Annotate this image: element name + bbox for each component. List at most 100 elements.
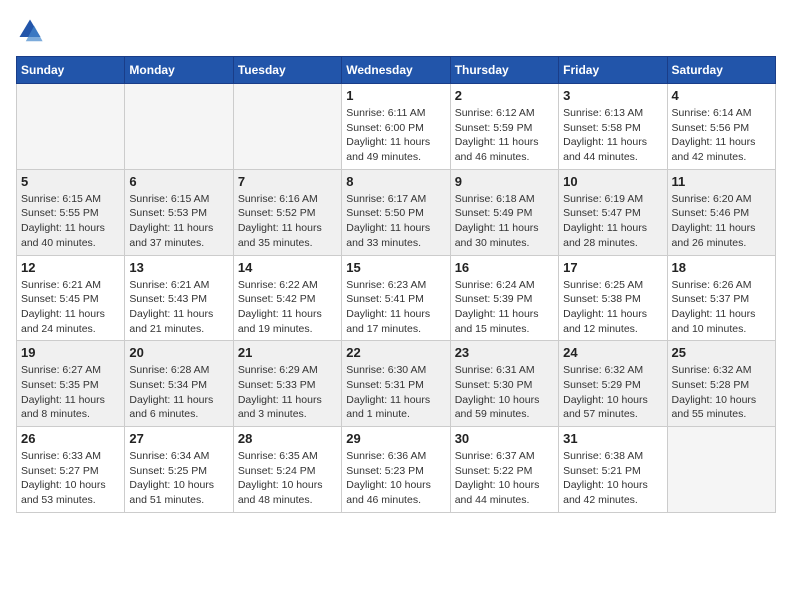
calendar-header-row: SundayMondayTuesdayWednesdayThursdayFrid… [17,57,776,84]
calendar-day-cell: 12 Sunrise: 6:21 AM Sunset: 5:45 PM Dayli… [17,255,125,341]
day-info: Sunrise: 6:25 AM Sunset: 5:38 PM Dayligh… [563,278,662,337]
calendar-day-cell: 19Sunrise: 6:27 AM Sunset: 5:35 PM Dayli… [17,341,125,427]
day-info: Sunrise: 6:18 AM Sunset: 5:49 PM Dayligh… [455,192,554,251]
calendar-day-cell: 27 Sunrise: 6:34 AM Sunset: 5:25 PM Dayli… [125,427,233,513]
calendar-day-cell: 16 Sunrise: 6:24 AM Sunset: 5:39 PM Dayli… [450,255,558,341]
day-of-week-header: Friday [559,57,667,84]
day-info: Sunrise: 6:35 AM Sunset: 5:24 PM Dayligh… [238,449,337,508]
calendar-day-cell: 5Sunrise: 6:15 AM Sunset: 5:55 PM Daylig… [17,169,125,255]
calendar-day-cell [233,84,341,170]
day-number: 15 [346,260,445,275]
calendar-day-cell: 30Sunrise: 6:37 AM Sunset: 5:22 PM Dayli… [450,427,558,513]
day-number: 9 [455,174,554,189]
calendar-week-row: 1 Sunrise: 6:11 AM Sunset: 6:00 PM Daylig… [17,84,776,170]
calendar-week-row: 26Sunrise: 6:33 AM Sunset: 5:27 PM Dayli… [17,427,776,513]
calendar-day-cell: 13 Sunrise: 6:21 AM Sunset: 5:43 PM Dayli… [125,255,233,341]
calendar-week-row: 19Sunrise: 6:27 AM Sunset: 5:35 PM Dayli… [17,341,776,427]
day-number: 4 [672,88,771,103]
day-number: 20 [129,345,228,360]
calendar-day-cell: 25Sunrise: 6:32 AM Sunset: 5:28 PM Dayli… [667,341,775,427]
day-number: 18 [672,260,771,275]
day-number: 12 [21,260,120,275]
logo [16,16,48,44]
day-info: Sunrise: 6:12 AM Sunset: 5:59 PM Dayligh… [455,106,554,165]
calendar-day-cell: 2 Sunrise: 6:12 AM Sunset: 5:59 PM Daylig… [450,84,558,170]
logo-icon [16,16,44,44]
calendar-day-cell: 15 Sunrise: 6:23 AM Sunset: 5:41 PM Dayli… [342,255,450,341]
calendar: SundayMondayTuesdayWednesdayThursdayFrid… [16,56,776,513]
day-info: Sunrise: 6:28 AM Sunset: 5:34 PM Dayligh… [129,363,228,422]
day-info: Sunrise: 6:36 AM Sunset: 5:23 PM Dayligh… [346,449,445,508]
calendar-day-cell: 21Sunrise: 6:29 AM Sunset: 5:33 PM Dayli… [233,341,341,427]
day-info: Sunrise: 6:17 AM Sunset: 5:50 PM Dayligh… [346,192,445,251]
day-info: Sunrise: 6:32 AM Sunset: 5:28 PM Dayligh… [672,363,771,422]
day-info: Sunrise: 6:23 AM Sunset: 5:41 PM Dayligh… [346,278,445,337]
day-number: 3 [563,88,662,103]
calendar-day-cell: 31Sunrise: 6:38 AM Sunset: 5:21 PM Dayli… [559,427,667,513]
day-number: 28 [238,431,337,446]
day-number: 14 [238,260,337,275]
day-number: 7 [238,174,337,189]
calendar-day-cell: 22 Sunrise: 6:30 AM Sunset: 5:31 PM Dayli… [342,341,450,427]
calendar-day-cell: 28 Sunrise: 6:35 AM Sunset: 5:24 PM Dayli… [233,427,341,513]
day-info: Sunrise: 6:31 AM Sunset: 5:30 PM Dayligh… [455,363,554,422]
day-info: Sunrise: 6:22 AM Sunset: 5:42 PM Dayligh… [238,278,337,337]
day-info: Sunrise: 6:26 AM Sunset: 5:37 PM Dayligh… [672,278,771,337]
day-number: 1 [346,88,445,103]
day-of-week-header: Wednesday [342,57,450,84]
day-number: 17 [563,260,662,275]
day-info: Sunrise: 6:24 AM Sunset: 5:39 PM Dayligh… [455,278,554,337]
day-info: Sunrise: 6:15 AM Sunset: 5:53 PM Dayligh… [129,192,228,251]
day-info: Sunrise: 6:34 AM Sunset: 5:25 PM Dayligh… [129,449,228,508]
day-info: Sunrise: 6:21 AM Sunset: 5:43 PM Dayligh… [129,278,228,337]
calendar-week-row: 5Sunrise: 6:15 AM Sunset: 5:55 PM Daylig… [17,169,776,255]
calendar-day-cell: 3 Sunrise: 6:13 AM Sunset: 5:58 PM Daylig… [559,84,667,170]
day-of-week-header: Tuesday [233,57,341,84]
calendar-week-row: 12 Sunrise: 6:21 AM Sunset: 5:45 PM Dayli… [17,255,776,341]
day-info: Sunrise: 6:21 AM Sunset: 5:45 PM Dayligh… [21,278,120,337]
day-of-week-header: Sunday [17,57,125,84]
calendar-day-cell: 24Sunrise: 6:32 AM Sunset: 5:29 PM Dayli… [559,341,667,427]
day-number: 10 [563,174,662,189]
day-number: 31 [563,431,662,446]
calendar-day-cell: 18 Sunrise: 6:26 AM Sunset: 5:37 PM Dayli… [667,255,775,341]
day-info: Sunrise: 6:15 AM Sunset: 5:55 PM Dayligh… [21,192,120,251]
day-info: Sunrise: 6:13 AM Sunset: 5:58 PM Dayligh… [563,106,662,165]
day-number: 2 [455,88,554,103]
day-number: 8 [346,174,445,189]
calendar-day-cell: 11Sunrise: 6:20 AM Sunset: 5:46 PM Dayli… [667,169,775,255]
day-number: 6 [129,174,228,189]
day-of-week-header: Saturday [667,57,775,84]
calendar-day-cell: 17 Sunrise: 6:25 AM Sunset: 5:38 PM Dayli… [559,255,667,341]
calendar-day-cell: 20 Sunrise: 6:28 AM Sunset: 5:34 PM Dayli… [125,341,233,427]
calendar-day-cell: 29Sunrise: 6:36 AM Sunset: 5:23 PM Dayli… [342,427,450,513]
day-number: 21 [238,345,337,360]
calendar-day-cell: 1 Sunrise: 6:11 AM Sunset: 6:00 PM Daylig… [342,84,450,170]
calendar-day-cell: 14 Sunrise: 6:22 AM Sunset: 5:42 PM Dayli… [233,255,341,341]
calendar-day-cell: 7 Sunrise: 6:16 AM Sunset: 5:52 PM Daylig… [233,169,341,255]
day-of-week-header: Thursday [450,57,558,84]
day-of-week-header: Monday [125,57,233,84]
day-number: 16 [455,260,554,275]
calendar-day-cell: 8 Sunrise: 6:17 AM Sunset: 5:50 PM Daylig… [342,169,450,255]
day-info: Sunrise: 6:37 AM Sunset: 5:22 PM Dayligh… [455,449,554,508]
calendar-day-cell [17,84,125,170]
day-number: 13 [129,260,228,275]
day-info: Sunrise: 6:14 AM Sunset: 5:56 PM Dayligh… [672,106,771,165]
day-info: Sunrise: 6:30 AM Sunset: 5:31 PM Dayligh… [346,363,445,422]
day-info: Sunrise: 6:32 AM Sunset: 5:29 PM Dayligh… [563,363,662,422]
day-info: Sunrise: 6:19 AM Sunset: 5:47 PM Dayligh… [563,192,662,251]
calendar-day-cell: 26Sunrise: 6:33 AM Sunset: 5:27 PM Dayli… [17,427,125,513]
calendar-day-cell: 23 Sunrise: 6:31 AM Sunset: 5:30 PM Dayli… [450,341,558,427]
day-number: 23 [455,345,554,360]
day-number: 22 [346,345,445,360]
calendar-day-cell: 4 Sunrise: 6:14 AM Sunset: 5:56 PM Daylig… [667,84,775,170]
day-number: 27 [129,431,228,446]
day-info: Sunrise: 6:16 AM Sunset: 5:52 PM Dayligh… [238,192,337,251]
calendar-day-cell: 6 Sunrise: 6:15 AM Sunset: 5:53 PM Daylig… [125,169,233,255]
calendar-day-cell [667,427,775,513]
calendar-day-cell [125,84,233,170]
day-info: Sunrise: 6:11 AM Sunset: 6:00 PM Dayligh… [346,106,445,165]
day-number: 26 [21,431,120,446]
day-number: 19 [21,345,120,360]
